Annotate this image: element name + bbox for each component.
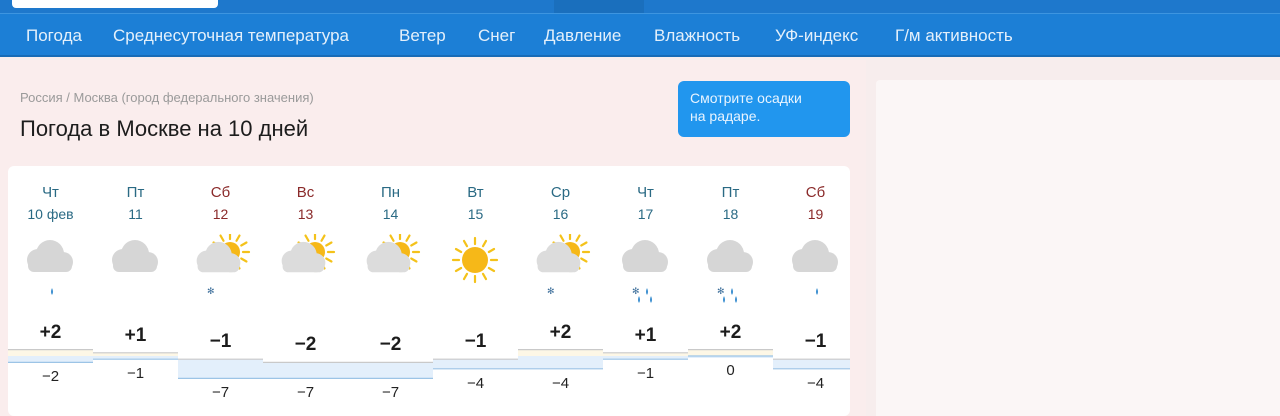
day-name: Пн <box>380 184 401 201</box>
day-column[interactable]: Сб 12 ✻ −1 −7 <box>178 166 263 416</box>
nav-item-uv-index[interactable]: УФ-индекс <box>775 14 858 58</box>
day-column[interactable]: Ср 16 ✻ +2 −4 <box>518 166 603 416</box>
day-name: Ср <box>550 184 571 201</box>
header-tab[interactable] <box>554 0 644 13</box>
svg-text:✻: ✻ <box>547 287 555 297</box>
temp-min: −4 <box>551 374 570 392</box>
temp-min: −1 <box>126 365 145 383</box>
temp-max: +2 <box>719 321 742 343</box>
partly-cloudy-icon <box>366 234 421 273</box>
day-date: 14 <box>382 206 399 222</box>
day-column[interactable]: Вт 15 −1 −4 <box>433 166 518 416</box>
nav-item-snow[interactable]: Снег <box>478 14 515 58</box>
temp-max: +2 <box>39 321 62 343</box>
svg-text:✻: ✻ <box>207 287 215 297</box>
nav-item-humidity[interactable]: Влажность <box>654 14 740 58</box>
temp-min: −4 <box>466 374 485 392</box>
temp-max: −2 <box>294 334 317 356</box>
breadcrumb[interactable]: Россия / Москва (город федерального знач… <box>20 90 314 105</box>
day-column[interactable]: Сб 19 −1 −4 <box>773 166 858 416</box>
cloudy-icon <box>112 240 158 272</box>
temp-min: −7 <box>211 384 230 402</box>
temp-max: −1 <box>804 331 827 353</box>
day-column[interactable]: Чт 17 ✻ +1 −1 <box>603 166 688 416</box>
page-title: Погода в Москве на 10 дней <box>20 116 309 141</box>
search-input[interactable] <box>12 0 218 8</box>
day-name: Сб <box>210 184 231 201</box>
day-name: Чт <box>637 184 654 201</box>
day-column[interactable]: Пн 14 −2 −7 <box>348 166 433 416</box>
nav-item-avg-temperature[interactable]: Среднесуточная температура <box>113 14 349 58</box>
nav-item-wind[interactable]: Ветер <box>399 14 446 58</box>
day-column[interactable]: Вс 13 −2 −7 <box>263 166 348 416</box>
nav-item-weather[interactable]: Погода <box>26 14 82 58</box>
nav-item-geomagnetic[interactable]: Г/м активность <box>895 14 1013 58</box>
day-name: Вс <box>296 184 315 201</box>
temp-min: −7 <box>296 384 315 402</box>
day-date: 17 <box>637 206 654 222</box>
day-date: 16 <box>552 206 569 222</box>
day-date: 19 <box>807 206 824 222</box>
cloudy-rain-snow-icon: ✻ <box>707 240 753 303</box>
day-name: Сб <box>805 184 826 201</box>
day-name: Пт <box>721 184 740 201</box>
temp-max: +2 <box>549 321 572 343</box>
day-name: Пт <box>126 184 145 201</box>
day-date: 11 <box>128 206 143 222</box>
temp-min: −7 <box>381 384 400 402</box>
day-name: Чт <box>42 184 59 201</box>
temp-max: +1 <box>124 324 147 346</box>
cloudy-rain-snow-icon: ✻ <box>622 240 668 303</box>
day-date: 15 <box>467 206 484 222</box>
cloudy-light-snow-icon <box>792 240 838 295</box>
day-date: 10 фев <box>27 206 74 222</box>
day-column[interactable]: Пт 11 +1 −1 <box>93 166 178 416</box>
partly-cloudy-snow-icon: ✻ <box>536 234 591 297</box>
temp-max: +1 <box>634 324 657 346</box>
day-date: 13 <box>297 206 314 222</box>
radar-button-line2: на радаре. <box>690 108 761 124</box>
partly-cloudy-icon <box>281 234 336 273</box>
radar-button-line1: Смотрите осадки <box>690 90 802 106</box>
day-column[interactable]: Чт 10 фев +2 −2 <box>8 166 93 416</box>
temp-min: 0 <box>726 362 735 379</box>
day-column[interactable]: Пт 18 ✻ +2 0 <box>688 166 773 416</box>
nav-item-pressure[interactable]: Давление <box>544 14 621 58</box>
top-bar <box>0 0 1280 13</box>
temp-min: −4 <box>806 374 825 392</box>
temp-min: −1 <box>636 365 655 383</box>
temp-max: −2 <box>379 334 402 356</box>
day-name: Вт <box>467 184 484 201</box>
svg-text:✻: ✻ <box>632 287 640 297</box>
radar-button[interactable]: Смотрите осадки на радаре. <box>678 81 850 137</box>
side-panel <box>876 80 1280 416</box>
temp-min: −2 <box>41 368 60 386</box>
forecast-10-days: Чт 10 фев +2 −2 Пт 11 +1 −1 Сб 12 ✻ −1 −7 Вс 13 −2 −7 Пн 1… <box>8 166 850 416</box>
svg-text:✻: ✻ <box>717 287 725 297</box>
day-date: 18 <box>722 206 739 222</box>
partly-cloudy-snow-icon: ✻ <box>196 234 251 297</box>
sun-icon <box>451 236 499 284</box>
temp-max: −1 <box>464 331 487 353</box>
cloudy-light-snow-icon <box>27 240 73 295</box>
day-date: 12 <box>212 206 229 222</box>
main-nav: Погода Среднесуточная температура Ветер … <box>0 13 1280 57</box>
temp-max: −1 <box>209 331 232 353</box>
